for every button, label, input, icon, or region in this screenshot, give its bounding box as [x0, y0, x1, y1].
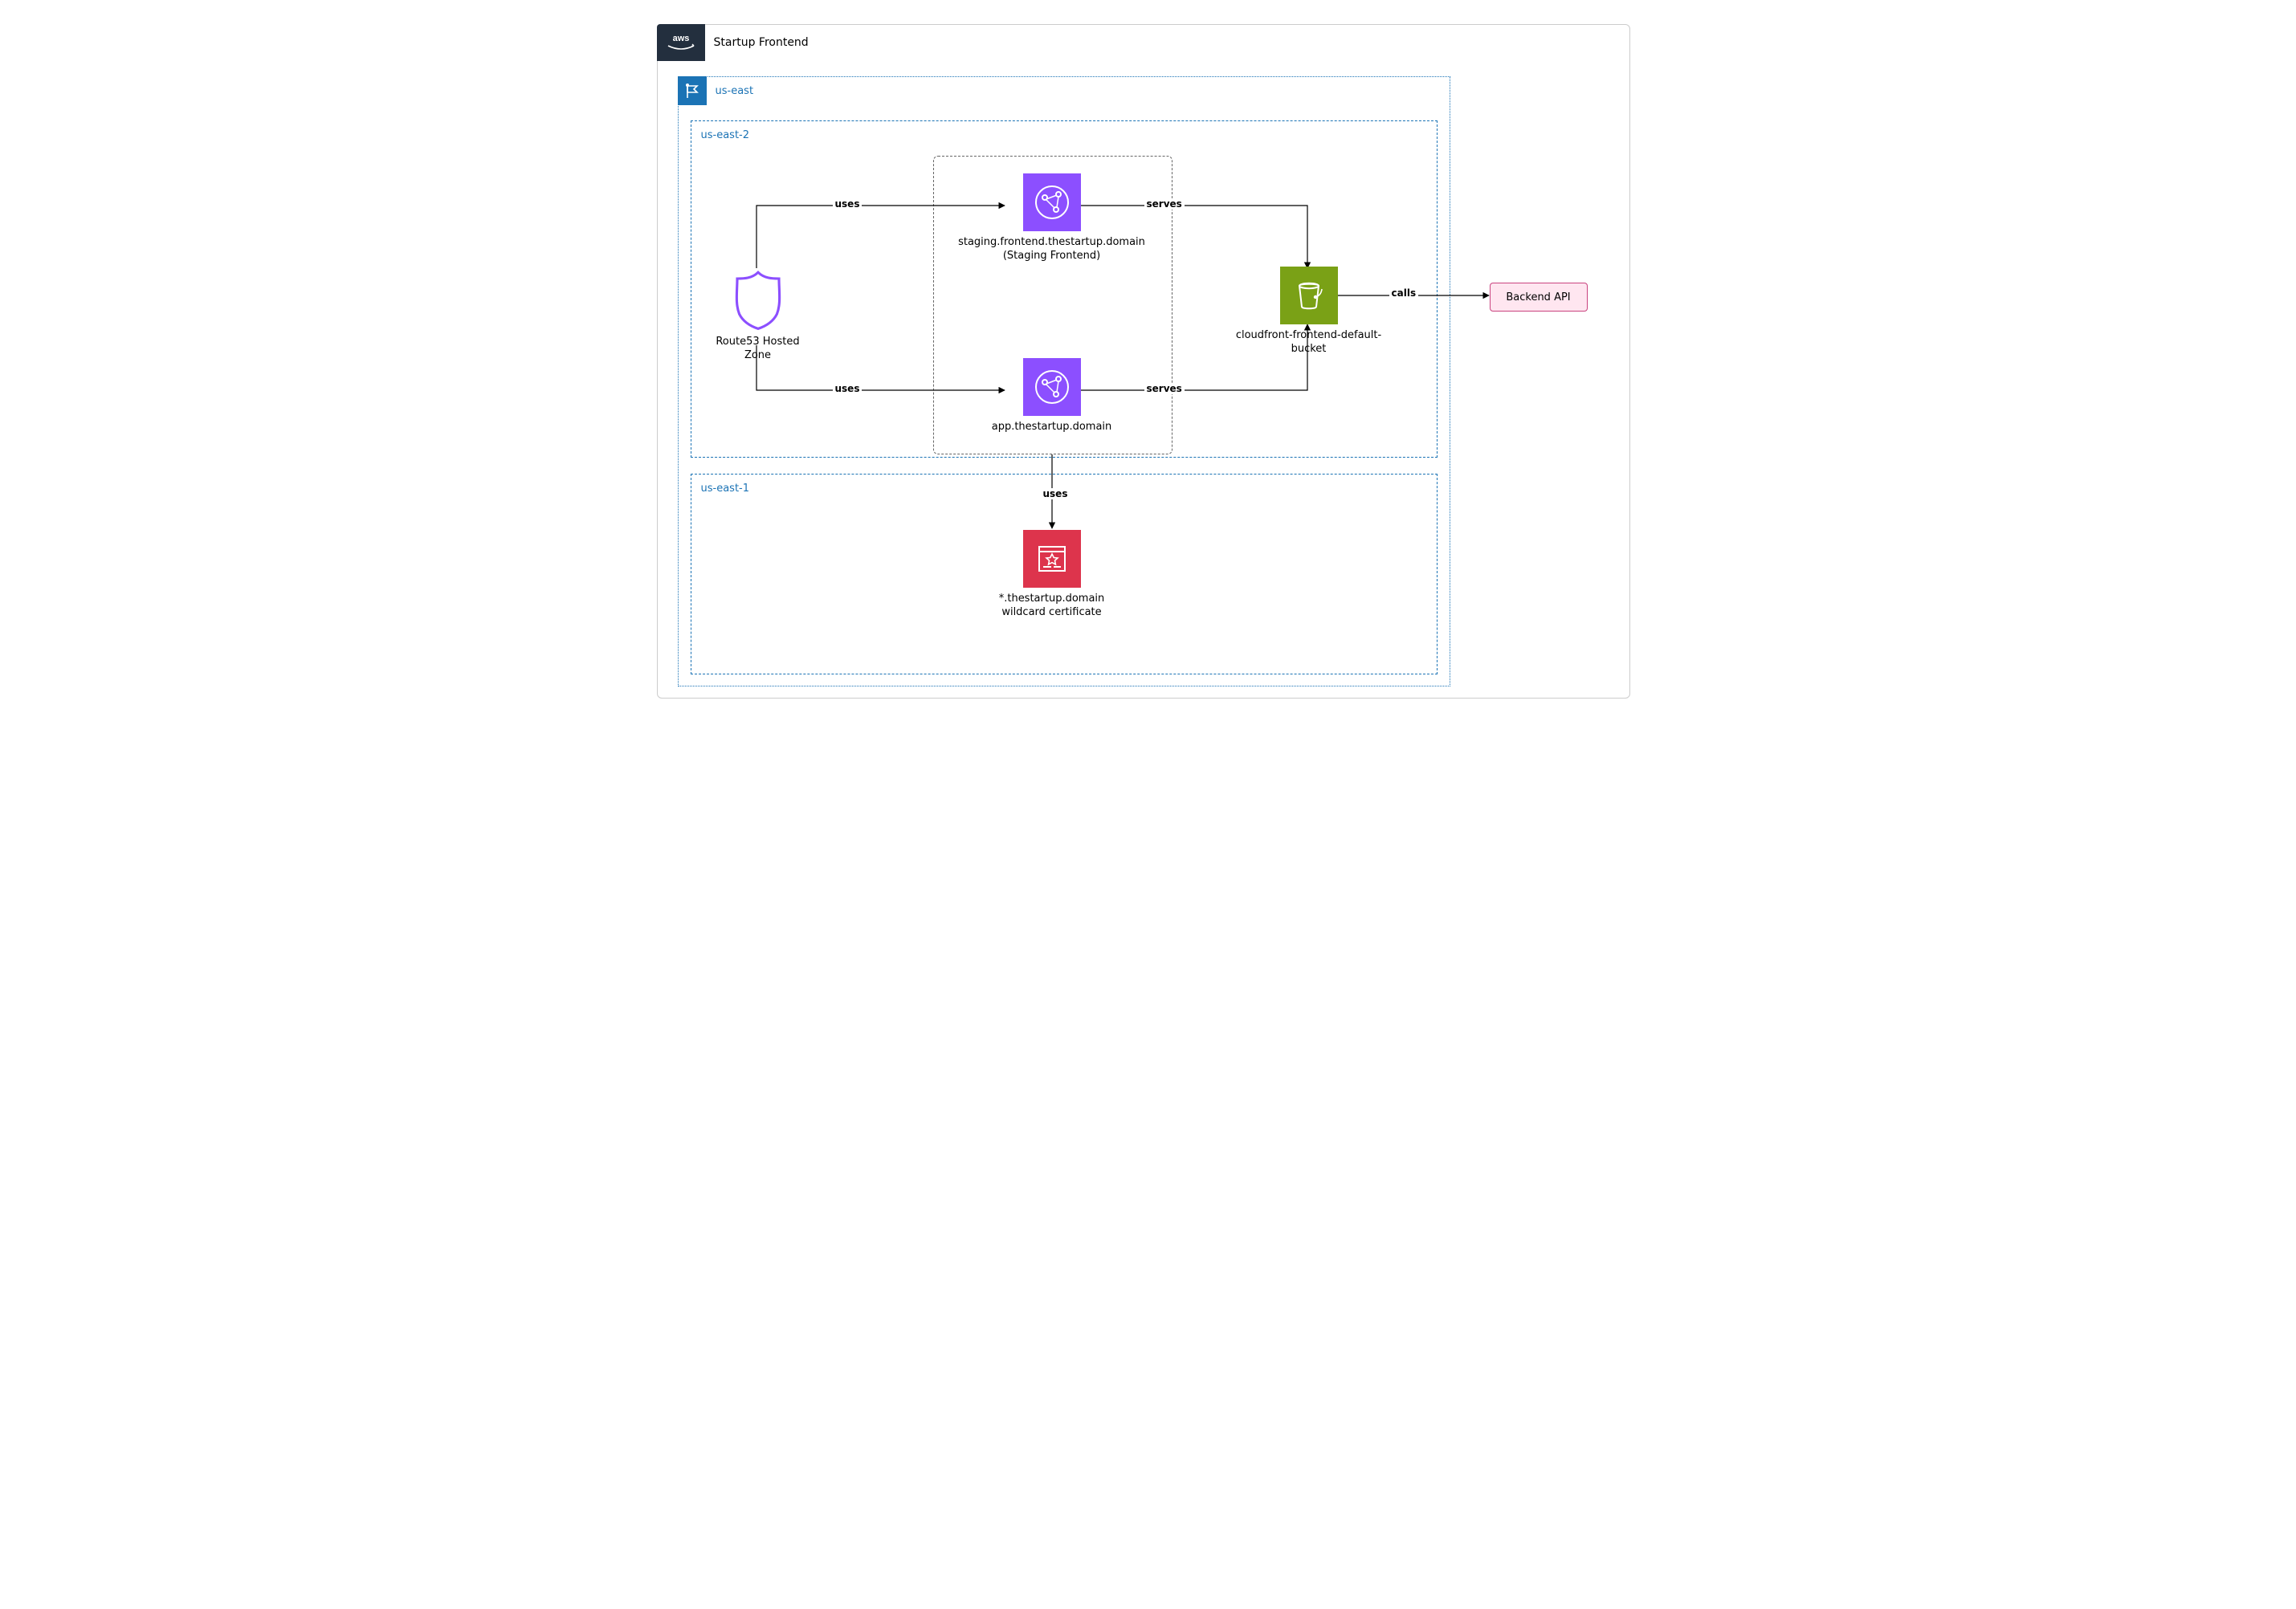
svg-text:aws: aws	[672, 34, 689, 43]
route53-node: Route53 Hosted Zone	[715, 268, 801, 363]
route53-icon	[727, 268, 789, 331]
route53-label: Route53 Hosted Zone	[715, 336, 801, 363]
cloudfront-icon	[1023, 173, 1081, 231]
region-2-label: us-east-2	[701, 129, 750, 141]
backend-api-node: Backend API	[1490, 283, 1588, 312]
diagram-title: Startup Frontend	[714, 36, 809, 49]
s3-label: cloudfront-frontend-default-bucket	[1221, 329, 1397, 356]
acm-cert-node: *.thestartup.domain wildcard certificate	[980, 530, 1124, 620]
edge-label-uses-app: uses	[833, 383, 863, 394]
acm-cert-label: *.thestartup.domain wildcard certificate	[980, 593, 1124, 620]
region-group-label: us-east	[716, 85, 754, 97]
edge-label-uses-staging: uses	[833, 198, 863, 210]
cloudfront-staging-label: staging.frontend.thestartup.domain (Stag…	[952, 236, 1152, 263]
region-1-label: us-east-1	[701, 483, 750, 495]
architecture-diagram: aws Startup Frontend us-east us-east-2 u…	[634, 0, 1662, 715]
edge-label-serves-app: serves	[1144, 383, 1185, 394]
s3-node: cloudfront-frontend-default-bucket	[1221, 267, 1397, 356]
backend-api-label: Backend API	[1506, 291, 1570, 303]
region-flag-icon	[678, 76, 707, 105]
edge-label-uses-cert: uses	[1041, 488, 1071, 499]
cloudfront-app-node: app.thestartup.domain	[964, 358, 1140, 434]
aws-logo-icon: aws	[657, 24, 705, 61]
cloudfront-icon	[1023, 358, 1081, 416]
cloudfront-staging-node: staging.frontend.thestartup.domain (Stag…	[952, 173, 1152, 263]
certificate-icon	[1023, 530, 1081, 588]
s3-bucket-icon	[1280, 267, 1338, 324]
cloudfront-app-label: app.thestartup.domain	[992, 421, 1112, 434]
